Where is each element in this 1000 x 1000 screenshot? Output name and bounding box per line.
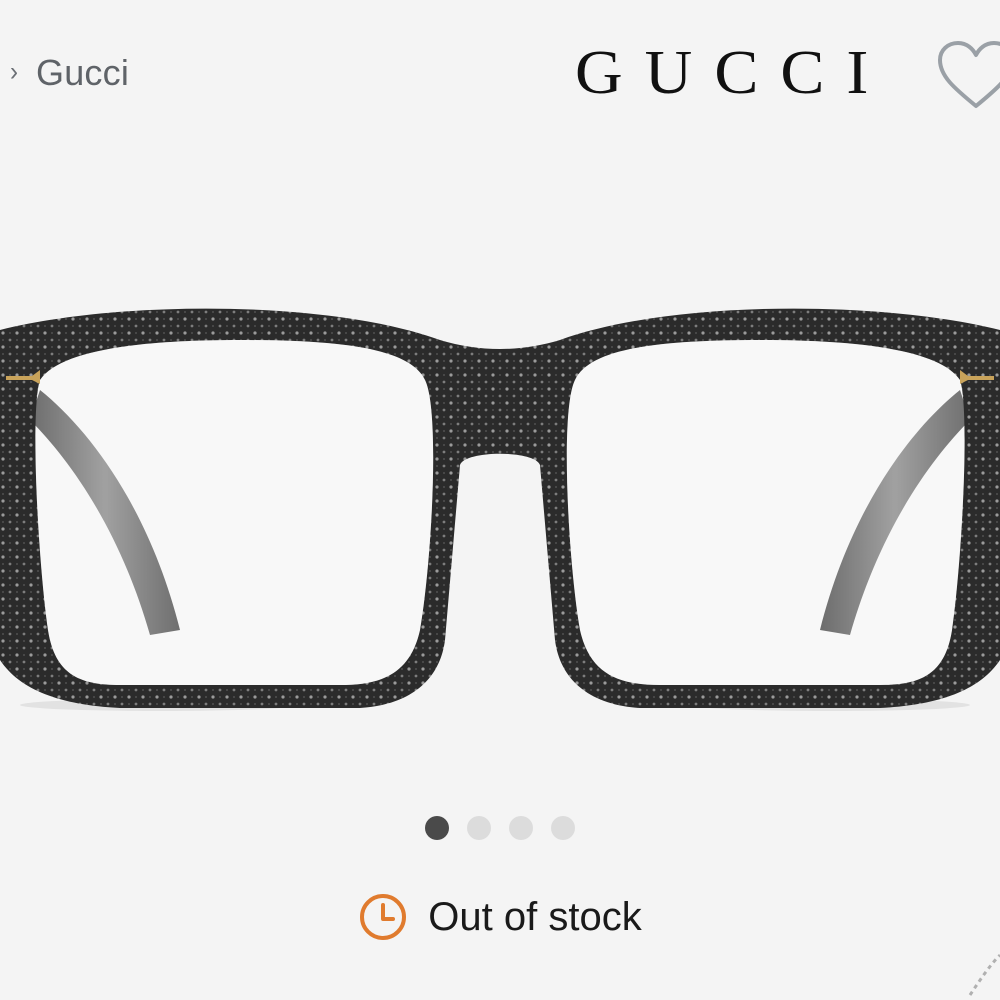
- clock-icon: [360, 894, 407, 940]
- carousel-dot-2[interactable]: [467, 816, 491, 840]
- carousel-dot-1[interactable]: [425, 816, 449, 840]
- chevron-right-icon: ›: [10, 57, 18, 88]
- breadcrumb: › Gucci: [10, 52, 129, 94]
- carousel-dot-4[interactable]: [551, 816, 575, 840]
- scroll-hint-icon: [968, 953, 1000, 996]
- heart-outline-icon[interactable]: [936, 40, 1000, 112]
- breadcrumb-brand-link[interactable]: Gucci: [36, 52, 129, 94]
- carousel-dot-3[interactable]: [509, 816, 533, 840]
- glasses-image: [0, 308, 1000, 711]
- product-page: › Gucci GUCCI Out of stock: [0, 0, 1000, 1000]
- stock-status: Out of stock: [0, 892, 1000, 942]
- brand-logo: GUCCI: [575, 37, 891, 108]
- stock-status-text: Out of stock: [428, 894, 642, 939]
- image-carousel-dots: [0, 816, 1000, 840]
